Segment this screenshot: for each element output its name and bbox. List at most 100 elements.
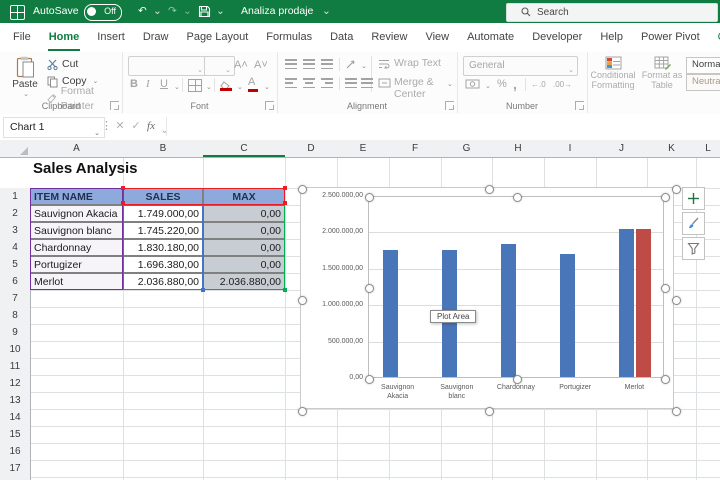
fill-color-dropdown-icon[interactable]: ⌄ [237, 83, 243, 91]
row-header-10[interactable]: 10 [0, 341, 31, 359]
cut-button[interactable]: Cut [47, 57, 78, 72]
align-left-icon[interactable] [285, 78, 297, 88]
tab-formulas[interactable]: Formulas [257, 23, 321, 52]
chart-filters-button[interactable] [682, 237, 705, 260]
save-icon[interactable] [198, 5, 211, 18]
column-header-L[interactable]: L [696, 140, 720, 158]
tab-review[interactable]: Review [362, 23, 416, 52]
column-header-G[interactable]: G [441, 140, 493, 158]
row-header-1[interactable]: 1 [0, 188, 31, 206]
tab-chart-design[interactable]: Chart Design [709, 23, 720, 52]
fill-color-button[interactable] [220, 78, 233, 96]
tab-file[interactable]: File [4, 23, 40, 52]
table-row-max-value[interactable]: 0,00 [203, 239, 285, 256]
selection-handle[interactable] [672, 185, 681, 194]
column-header-I[interactable]: I [544, 140, 597, 158]
table-row-sales-value[interactable]: 1.745.220,00 [123, 222, 203, 239]
row-header-2[interactable]: 2 [0, 205, 31, 223]
row-header-7[interactable]: 7 [0, 290, 31, 308]
selection-handle[interactable] [661, 193, 670, 202]
selection-handle[interactable] [513, 193, 522, 202]
formula-input[interactable] [166, 117, 720, 136]
conditional-formatting-button[interactable]: Conditional Formatting [587, 56, 639, 90]
decrease-indent-icon[interactable] [345, 78, 357, 88]
table-row-sales-value[interactable]: 1.749.000,00 [123, 205, 203, 222]
tab-view[interactable]: View [416, 23, 458, 52]
column-header-A[interactable]: A [30, 140, 124, 158]
accounting-dropdown-icon[interactable]: ⌄ [485, 82, 491, 90]
table-row-item-name[interactable]: Sauvignon Akacia [30, 205, 123, 222]
selection-handle[interactable] [298, 407, 307, 416]
redo-dropdown-icon[interactable]: ⌄ [183, 0, 192, 23]
table-row-item-name[interactable]: Chardonnay [30, 239, 123, 256]
row-header-4[interactable]: 4 [0, 239, 31, 257]
title-dropdown-icon[interactable]: ⌄ [322, 0, 331, 23]
plot-area[interactable] [368, 196, 664, 378]
row-header-12[interactable]: 12 [0, 375, 31, 393]
tab-automate[interactable]: Automate [458, 23, 523, 52]
table-header-cell[interactable]: MAX [203, 188, 285, 205]
table-header-cell[interactable]: SALES [123, 188, 203, 205]
autosave-toggle[interactable]: Off [84, 4, 122, 21]
cell-style-neutral[interactable]: Neutral [686, 74, 720, 91]
font-size-combo[interactable]: ⌄ [204, 56, 235, 76]
chart-bar-sales[interactable] [383, 250, 398, 377]
chart-bar-sales[interactable] [501, 244, 516, 377]
table-header-cell[interactable]: ITEM NAME [30, 188, 123, 205]
selection-handle[interactable] [513, 375, 522, 384]
selection-handle[interactable] [661, 375, 670, 384]
chart-bar-sales[interactable] [560, 254, 575, 377]
table-row-max-value[interactable]: 0,00 [203, 222, 285, 239]
wrap-text-label[interactable]: Wrap Text [394, 57, 441, 69]
cell-style-normal[interactable]: Normal [686, 57, 720, 74]
borders-button[interactable] [188, 79, 202, 92]
clipboard-dialog-launcher[interactable] [110, 101, 119, 110]
table-row-max-value[interactable]: 0,00 [203, 205, 285, 222]
borders-dropdown-icon[interactable]: ⌄ [206, 83, 212, 91]
format-as-table-button[interactable]: Format as Table [640, 56, 684, 90]
table-row-max-value[interactable]: 0,00 [203, 256, 285, 273]
table-row-sales-value[interactable]: 1.830.180,00 [123, 239, 203, 256]
undo-dropdown-icon[interactable]: ⌄ [153, 0, 162, 23]
document-title[interactable]: Analiza prodaje [241, 0, 313, 23]
italic-button[interactable]: I [146, 78, 150, 90]
font-color-dropdown-icon[interactable]: ⌄ [264, 83, 270, 91]
selection-handle[interactable] [298, 296, 307, 305]
orientation-dropdown-icon[interactable]: ⌄ [361, 62, 367, 70]
selection-handle[interactable] [485, 185, 494, 194]
grow-font-button[interactable]: A˄ [234, 59, 248, 71]
redo-button[interactable]: ↷ [168, 0, 177, 23]
table-row-sales-value[interactable]: 2.036.880,00 [123, 273, 203, 290]
tab-power-pivot[interactable]: Power Pivot [632, 23, 709, 52]
column-header-F[interactable]: F [389, 140, 442, 158]
number-format-combo[interactable]: General⌄ [463, 56, 578, 76]
column-header-D[interactable]: D [285, 140, 338, 158]
name-box[interactable]: Chart 1 ⌄ [3, 117, 105, 138]
tab-page-layout[interactable]: Page Layout [177, 23, 257, 52]
row-header-11[interactable]: 11 [0, 358, 31, 376]
tab-developer[interactable]: Developer [523, 23, 591, 52]
merge-center-icon[interactable] [378, 78, 391, 88]
selection-handle[interactable] [365, 193, 374, 202]
qat-customize-icon[interactable]: ⌄ [216, 0, 225, 23]
align-right-icon[interactable] [321, 78, 333, 88]
insert-function-icon[interactable]: fx [144, 117, 158, 136]
align-bottom-icon[interactable] [321, 59, 333, 69]
chart-bar-sales[interactable] [619, 229, 634, 377]
tab-draw[interactable]: Draw [134, 23, 178, 52]
selection-handle[interactable] [298, 185, 307, 194]
selection-handle[interactable] [485, 407, 494, 416]
paste-button[interactable]: Paste ⌄ [8, 56, 42, 98]
comma-style-button[interactable]: , [513, 76, 517, 92]
table-row-item-name[interactable]: Merlot [30, 273, 123, 290]
table-row-item-name[interactable]: Sauvignon blanc [30, 222, 123, 239]
align-top-icon[interactable] [285, 59, 297, 69]
row-header-14[interactable]: 14 [0, 409, 31, 427]
selection-handle[interactable] [672, 407, 681, 416]
table-row-max-value[interactable]: 2.036.880,00 [203, 273, 285, 290]
table-row-item-name[interactable]: Portugizer [30, 256, 123, 273]
selection-handle[interactable] [365, 375, 374, 384]
selection-handle[interactable] [661, 284, 670, 293]
merge-dropdown-icon[interactable]: ⌄ [447, 80, 453, 88]
column-header-J[interactable]: J [596, 140, 648, 158]
